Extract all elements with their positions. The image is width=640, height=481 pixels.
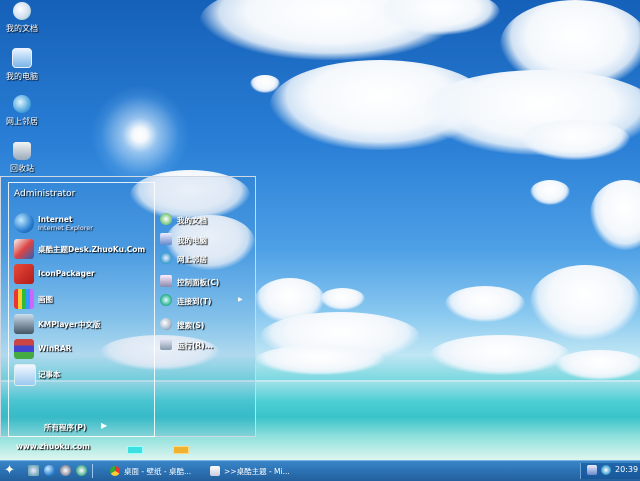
desktop-icon-my-documents[interactable]: 我的文档 [2, 2, 42, 34]
taskbar: ✦ 桌面 - 壁纸 - 桌酷... >>桌酷主题 - Mi... [0, 460, 640, 481]
desktop-icon-my-computer[interactable]: 我的电脑 [2, 48, 42, 82]
quicklaunch-media-icon[interactable] [60, 465, 71, 476]
menu-run[interactable]: 运行(R)... [160, 338, 252, 352]
chrome-icon [110, 466, 120, 476]
arrow-right-icon: ▶ [101, 421, 108, 430]
cloud [430, 335, 570, 375]
cloud [320, 288, 365, 310]
taskbar-separator [92, 464, 93, 478]
iconpackager-icon [14, 264, 34, 284]
quicklaunch-ie-icon[interactable] [44, 465, 55, 476]
my-documents-icon [13, 2, 31, 20]
document-icon [210, 466, 220, 476]
program-notepad[interactable]: 记事本 [14, 363, 152, 386]
website-label: www.zhuoku.com [16, 442, 90, 451]
documents-icon [160, 213, 172, 225]
user-name: Administrator [14, 189, 76, 199]
desktop-icon-network-places[interactable]: 网上邻居 [2, 95, 42, 127]
network-places-icon [13, 95, 31, 113]
tray-network-icon[interactable] [587, 465, 597, 475]
menu-control-panel[interactable]: 控制面板(C) [160, 275, 252, 289]
quicklaunch-explorer-icon[interactable] [76, 465, 87, 476]
start-star-icon[interactable]: ✦ [4, 464, 18, 478]
connect-to-icon [160, 294, 172, 306]
kmplayer-icon [14, 314, 34, 334]
run-icon [160, 338, 172, 350]
menu-network-places[interactable]: 网上邻居 [160, 252, 252, 266]
program-kmplayer[interactable]: KMPlayer中文版 [14, 313, 152, 335]
quicklaunch-desktop-icon[interactable] [28, 465, 39, 476]
cloud [590, 180, 640, 250]
program-iconpackager[interactable]: IconPackager [14, 263, 152, 285]
control-panel-icon [160, 275, 172, 287]
taskbar-clock: 20:39 [615, 465, 639, 474]
cloud [445, 286, 525, 322]
all-programs-button[interactable]: 所有程序(P) [44, 422, 86, 433]
menu-search[interactable]: 搜索(S) [160, 318, 252, 332]
program-zhuoku-theme[interactable]: 桌酷主题Desk.ZhuoKu.Com [14, 238, 152, 260]
menu-my-documents[interactable]: 我的文档 [160, 213, 252, 227]
program-internet-explorer[interactable]: Internet Internet Explorer [14, 212, 152, 234]
cloud [255, 345, 385, 375]
arrow-right-icon: ▶ [238, 296, 243, 303]
winrar-icon [14, 339, 34, 359]
computer-icon [160, 233, 172, 245]
shut-down-button[interactable] [173, 446, 189, 454]
program-paint[interactable]: 画图 [14, 288, 152, 310]
taskbar-button-browser[interactable]: 桌面 - 壁纸 - 桌酷... [106, 463, 202, 479]
recycle-bin-icon [13, 142, 31, 160]
internet-explorer-icon [14, 213, 34, 233]
tray-help-icon[interactable] [601, 465, 611, 475]
notepad-icon [14, 364, 36, 386]
desktop-icon-recycle-bin[interactable]: 回收站 [2, 142, 42, 174]
menu-my-computer[interactable]: 我的电脑 [160, 233, 252, 247]
zhuoku-theme-icon [14, 239, 34, 259]
network-icon [160, 252, 172, 264]
log-off-button[interactable] [127, 446, 143, 454]
menu-connect-to[interactable]: 连接到(T) ▶ [160, 294, 252, 308]
search-icon [160, 318, 172, 330]
my-computer-icon [12, 48, 32, 68]
cloud [530, 180, 570, 205]
paint-icon [14, 289, 34, 309]
cloud [555, 350, 640, 380]
cloud [520, 120, 630, 160]
taskbar-button-document[interactable]: >>桌酷主题 - Mi... [206, 463, 302, 479]
program-winrar[interactable]: WinRAR [14, 338, 152, 360]
cloud [250, 75, 280, 93]
cloud [530, 265, 640, 340]
